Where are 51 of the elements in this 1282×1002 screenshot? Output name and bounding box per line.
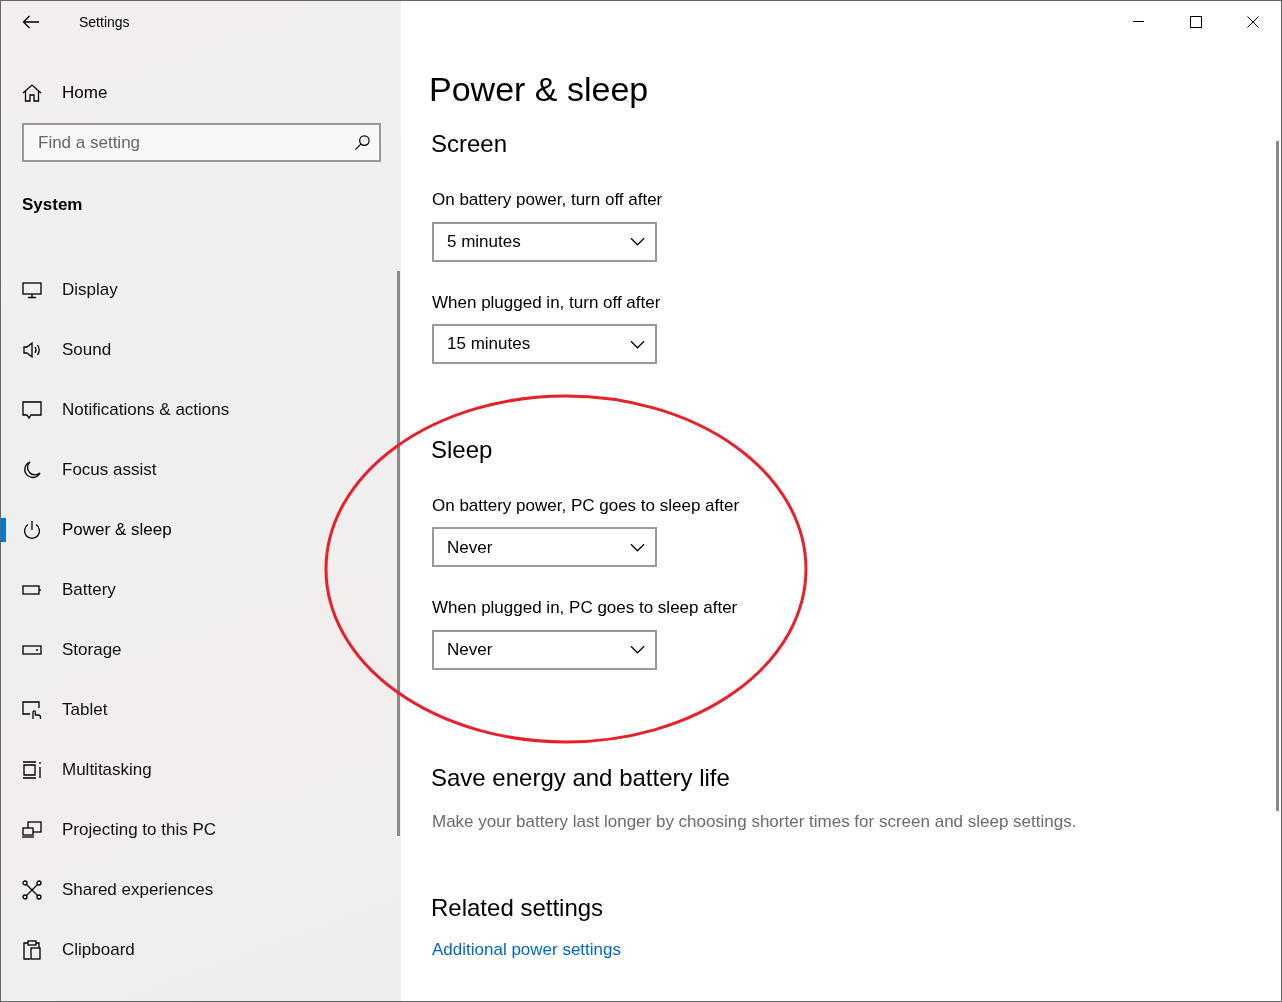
link[interactable]: Additional power settings (432, 937, 621, 963)
display-icon (22, 279, 42, 300)
sidebar-item[interactable]: Shared experiences (1, 859, 235, 920)
home-nav-item[interactable]: Home (1, 73, 401, 113)
chevron-down-icon (630, 237, 645, 247)
sidebar-item[interactable]: Tablet (1, 679, 129, 740)
sidebar-item[interactable]: Notifications & actions (1, 379, 251, 440)
back-arrow-icon (22, 15, 40, 29)
page-title: Power & sleep (429, 71, 650, 109)
tablet-touch-icon (22, 699, 42, 720)
network-nodes-icon (22, 879, 42, 900)
setting-label: On battery power, turn off after (432, 189, 664, 212)
close-icon (1246, 16, 1259, 28)
sidebar-item[interactable]: Multitasking (1, 739, 173, 800)
sidebar-item[interactable]: Display (1, 259, 139, 320)
home-icon (22, 83, 42, 103)
chevron-down-icon (630, 645, 645, 655)
section-heading: Screen (431, 130, 509, 160)
dropdown[interactable]: 5 minutes (432, 221, 657, 262)
setting-label: When plugged in, PC goes to sleep after (432, 597, 739, 620)
speech-bubble-icon (22, 399, 42, 420)
window-title: Settings (79, 12, 130, 32)
section-heading: Save energy and battery life (431, 764, 731, 793)
search-field[interactable]: Find a setting (22, 123, 381, 162)
sidebar-item[interactable]: Power & sleep (1, 499, 193, 560)
multitasking-icon (22, 759, 42, 780)
description-text: Make your battery last longer by choosing shorter times for screen and sleep settings. (432, 810, 1078, 833)
chevron-down-icon (630, 543, 645, 552)
setting-label: On battery power, PC goes to sleep after (432, 495, 741, 517)
maximize-icon (1189, 16, 1202, 28)
section-heading: Sleep (431, 436, 494, 465)
sidebar-item[interactable]: Battery (1, 559, 137, 620)
dropdown[interactable]: 15 minutes (432, 324, 657, 365)
dropdown[interactable]: Never (432, 527, 657, 568)
sidebar-item[interactable]: Storage (1, 619, 143, 680)
search-icon (354, 134, 371, 151)
clipboard-icon (22, 939, 42, 960)
selection-indicator (1, 517, 6, 542)
power-icon (22, 519, 42, 540)
chevron-down-icon (630, 339, 645, 349)
speaker-icon (22, 339, 42, 360)
sidebar-item[interactable]: Focus assist (1, 439, 178, 500)
projecting-icon (22, 819, 42, 840)
sidebar-item[interactable]: Projecting to this PC (1, 799, 237, 860)
dropdown[interactable]: Never (432, 630, 657, 670)
section-heading: System (22, 194, 84, 216)
section-heading: Related settings (431, 894, 605, 924)
sidebar-item[interactable]: Clipboard (1, 919, 156, 980)
sidebar-item[interactable]: Sound (1, 319, 133, 380)
setting-label: When plugged in, turn off after (432, 291, 662, 314)
moon-icon (22, 459, 42, 480)
